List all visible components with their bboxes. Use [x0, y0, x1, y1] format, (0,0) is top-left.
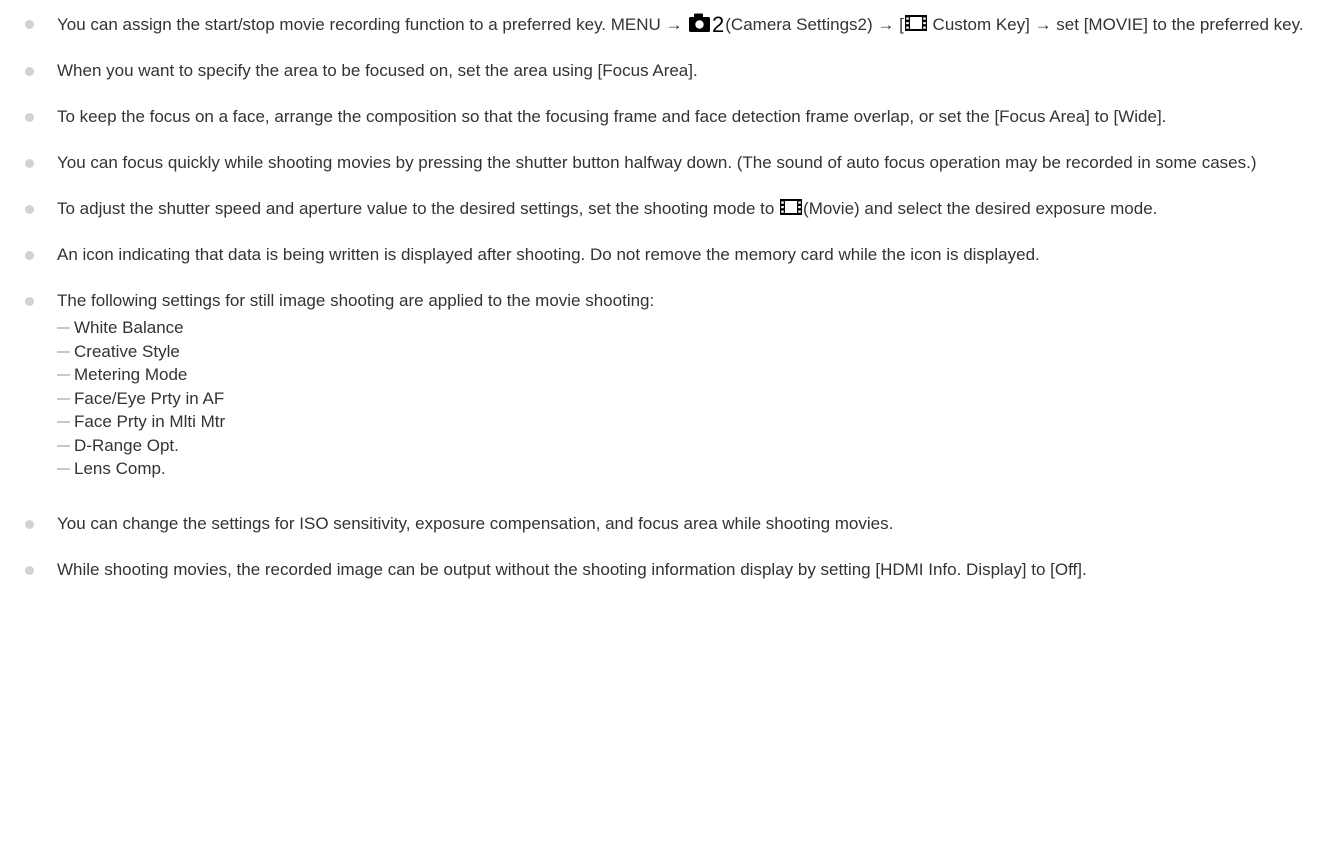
item-text-part: You can assign the start/stop movie reco…: [57, 15, 688, 34]
sublist-item: Face/Eye Prty in AF: [57, 387, 1320, 411]
item-text-part: To adjust the shutter speed and aperture…: [57, 199, 780, 218]
sublist-item: Lens Comp.: [57, 457, 1320, 481]
dash-icon: [57, 444, 70, 447]
notes-list: You can assign the start/stop movie reco…: [0, 0, 1340, 583]
bullet-icon: [25, 67, 34, 76]
bullet-icon: [25, 159, 34, 168]
sublist-item-label: Creative Style: [74, 341, 180, 361]
dash-icon: [57, 327, 70, 329]
sublist-item: D-Range Opt.: [57, 434, 1320, 458]
bullet-icon: [25, 297, 34, 306]
item-text: While shooting movies, the recorded imag…: [57, 559, 1087, 579]
bullet-icon: [25, 113, 34, 122]
list-item: When you want to specify the area to be …: [20, 58, 1320, 84]
dash-icon: [57, 374, 70, 376]
list-item: To keep the focus on a face, arrange the…: [20, 104, 1320, 130]
sublist-item: Metering Mode: [57, 363, 1320, 387]
dash-icon: [57, 397, 70, 400]
sublist-item-label: Lens Comp.: [74, 459, 166, 478]
svg-text:2: 2: [712, 12, 724, 33]
sublist-item: White Balance: [57, 316, 1320, 340]
list-item: While shooting movies, the recorded imag…: [20, 557, 1320, 583]
item-text: The following settings for still image s…: [57, 291, 655, 310]
list-item: You can change the settings for ISO sens…: [20, 511, 1320, 537]
movie-icon: [779, 197, 803, 217]
sublist-item: Face Prty in Mlti Mtr: [57, 410, 1320, 434]
item-text-part: Custom Key] → set [MOVIE] to the preferr…: [927, 15, 1304, 34]
item-text: You can focus quickly while shooting mov…: [57, 153, 1257, 172]
sublist-item: Creative Style: [57, 340, 1320, 364]
dash-icon: [57, 421, 70, 423]
list-item: To adjust the shutter speed and aperture…: [20, 196, 1320, 222]
sublist-item-label: D-Range Opt.: [74, 435, 179, 455]
item-text: To keep the focus on a face, arrange the…: [57, 107, 1167, 126]
list-item: You can assign the start/stop movie reco…: [20, 11, 1320, 38]
sublist-item-label: White Balance: [74, 318, 184, 337]
bullet-icon: [25, 205, 34, 214]
bullet-icon: [25, 565, 34, 575]
item-text-part: (Movie) and select the desired exposure …: [803, 199, 1158, 218]
bullet-icon: [25, 251, 34, 260]
movie-icon: [904, 13, 928, 33]
item-text: You can change the settings for ISO sens…: [57, 513, 894, 533]
item-text-part: (Camera Settings2) → [: [725, 15, 904, 34]
item-text: An icon indicating that data is being wr…: [57, 245, 1040, 264]
sublist-item-label: Metering Mode: [74, 365, 188, 384]
bullet-icon: [25, 20, 34, 29]
bullet-icon: [25, 519, 34, 529]
list-item: You can focus quickly while shooting mov…: [20, 150, 1320, 176]
list-item: An icon indicating that data is being wr…: [20, 242, 1320, 268]
item-text: When you want to specify the area to be …: [57, 61, 698, 80]
list-item: The following settings for still image s…: [20, 288, 1320, 491]
camera-settings2-icon: 2: [687, 11, 725, 33]
sublist-item-label: Face Prty in Mlti Mtr: [74, 412, 226, 431]
dash-icon: [57, 350, 70, 353]
sublist-item-label: Face/Eye Prty in AF: [74, 388, 225, 408]
settings-sublist: White Balance Creative Style Metering Mo…: [57, 316, 1320, 481]
dash-icon: [57, 468, 70, 470]
